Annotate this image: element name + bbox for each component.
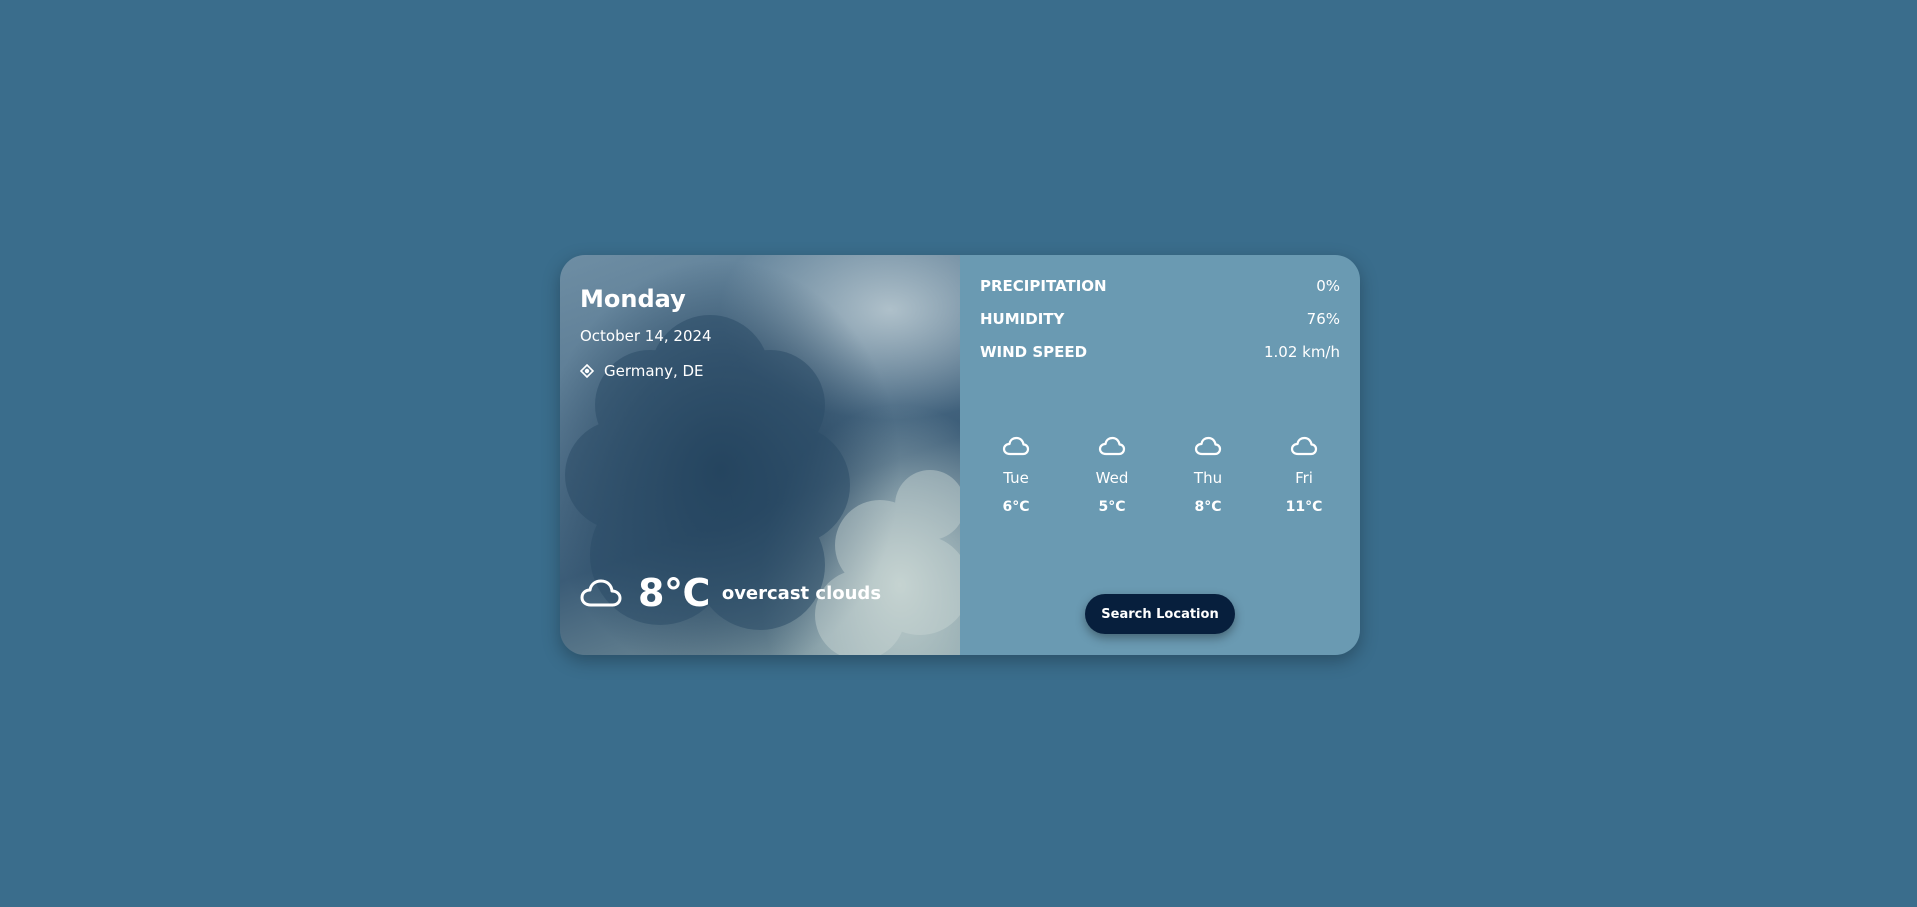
precipitation-label: PRECIPITATION bbox=[980, 277, 1107, 295]
cloud-icon bbox=[580, 579, 622, 607]
location-label: Germany, DE bbox=[604, 362, 704, 380]
humidity-label: HUMIDITY bbox=[980, 310, 1065, 328]
wind-speed-label: WIND SPEED bbox=[980, 343, 1088, 361]
cloud-icon bbox=[1290, 436, 1318, 456]
precipitation-value: 0% bbox=[1316, 277, 1340, 295]
location-pin-icon bbox=[580, 364, 594, 378]
forecast-day: Fri bbox=[1295, 469, 1313, 487]
humidity-value: 76% bbox=[1306, 310, 1340, 328]
weather-description: overcast clouds bbox=[721, 582, 882, 604]
forecast-temp: 5°C bbox=[1098, 499, 1126, 515]
weather-card: Monday October 14, 2024 Germany, DE 8°C … bbox=[560, 255, 1360, 655]
details-panel: PRECIPITATION 0% HUMIDITY 76% WIND SPEED… bbox=[960, 255, 1360, 655]
humidity-row: HUMIDITY 76% bbox=[980, 310, 1340, 328]
forecast-item-thu: Thu 8°C bbox=[1172, 435, 1244, 515]
forecast-day: Wed bbox=[1095, 469, 1129, 487]
cloud-icon bbox=[1194, 436, 1222, 456]
current-day: Monday bbox=[580, 285, 686, 313]
current-temperature: 8°C bbox=[638, 571, 710, 615]
forecast-item-fri: Fri 11°C bbox=[1268, 435, 1340, 515]
cloud-icon bbox=[1098, 436, 1126, 456]
current-date: October 14, 2024 bbox=[580, 327, 712, 345]
wind-speed-row: WIND SPEED 1.02 km/h bbox=[980, 343, 1340, 361]
forecast-item-wed: Wed 5°C bbox=[1076, 435, 1148, 515]
search-location-button[interactable]: Search Location bbox=[1085, 594, 1235, 634]
forecast-day: Tue bbox=[1003, 469, 1029, 487]
forecast-temp: 11°C bbox=[1285, 499, 1323, 515]
forecast-list: Tue 6°C Wed 5°C Thu 8°C Fri 11°C bbox=[980, 435, 1340, 515]
forecast-temp: 8°C bbox=[1194, 499, 1222, 515]
forecast-item-tue: Tue 6°C bbox=[980, 435, 1052, 515]
forecast-temp: 6°C bbox=[1002, 499, 1030, 515]
precipitation-row: PRECIPITATION 0% bbox=[980, 277, 1340, 295]
cloud-icon bbox=[1002, 436, 1030, 456]
wind-speed-value: 1.02 km/h bbox=[1263, 343, 1340, 361]
forecast-day: Thu bbox=[1193, 469, 1223, 487]
current-conditions: 8°C overcast clouds bbox=[580, 571, 881, 615]
current-weather-panel: Monday October 14, 2024 Germany, DE 8°C … bbox=[560, 255, 960, 655]
current-location: Germany, DE bbox=[580, 362, 704, 380]
